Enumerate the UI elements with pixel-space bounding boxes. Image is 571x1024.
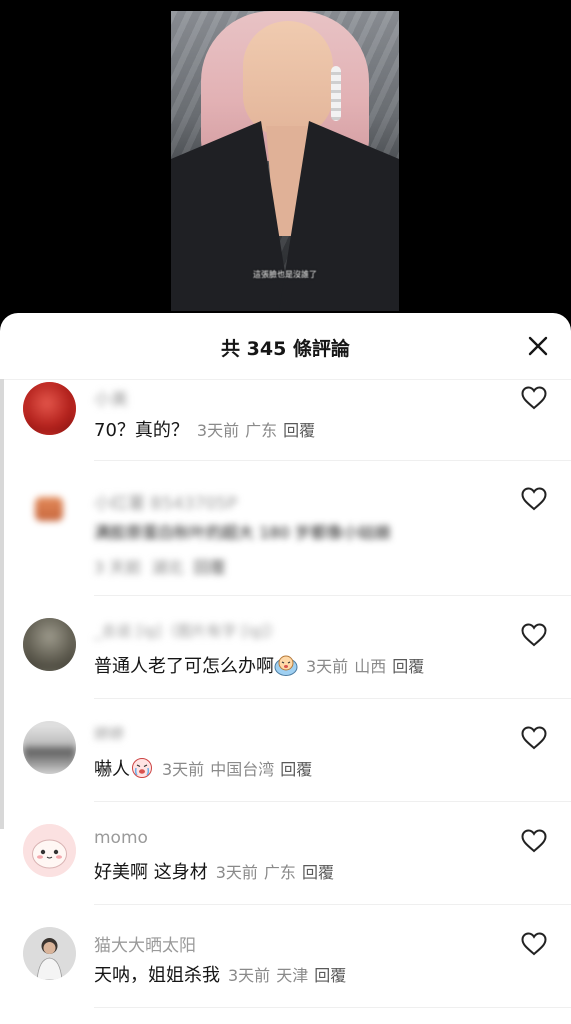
comment-username[interactable]: 猫大大晒太阳	[94, 931, 196, 956]
video-player[interactable]: 這張臉也是沒誰了	[171, 11, 399, 311]
heart-outline-icon[interactable]	[521, 829, 547, 853]
comment-meta: 3天前 山西 回覆	[306, 657, 430, 676]
comment-time: 3天前	[228, 966, 271, 985]
comment-username[interactable]: 婷婷	[94, 723, 124, 744]
comment-text: 普通人老了可怎么办啊 3天前 山西 回覆	[94, 652, 430, 678]
video-figure-earring	[331, 66, 341, 121]
comment-meta: 3天前 广东 回覆	[216, 863, 340, 882]
comments-header: 共 345 條評論	[0, 313, 571, 380]
comments-count-title: 共 345 條評論	[221, 338, 350, 360]
comment-body: 70？真的？	[94, 420, 189, 441]
comment-location: 广东	[245, 421, 278, 440]
comment-username[interactable]: momo	[94, 828, 148, 848]
scroll-indicator[interactable]	[0, 379, 4, 829]
crying-face-emoji	[132, 758, 152, 778]
comment-time: 3天前	[306, 657, 349, 676]
heart-outline-icon[interactable]	[521, 932, 547, 956]
avatar-image	[35, 497, 63, 521]
comment-text: 嚇人 3天前 中国台湾 回覆	[94, 755, 318, 781]
reply-button[interactable]: 回覆	[392, 657, 424, 676]
divider	[94, 698, 571, 699]
comment-meta: 3天前 天津 回覆	[228, 966, 352, 985]
comment-location: 山西	[354, 657, 387, 676]
comment-meta: 3天前 中国台湾 回覆	[162, 760, 318, 779]
heart-outline-icon[interactable]	[521, 623, 547, 647]
reply-button[interactable]: 回覆	[194, 558, 226, 577]
comment-meta: 3天前 广东 回覆	[197, 421, 321, 440]
comment-username[interactable]: _去说 [ig]（图片有字 [ig]）	[94, 620, 282, 641]
divider	[94, 801, 571, 802]
avatar-image	[23, 824, 76, 877]
reply-button[interactable]: 回覆	[283, 421, 315, 440]
comment-time: 3 天前	[94, 558, 142, 577]
comment-username[interactable]: 小红薯 B543705P	[94, 489, 237, 514]
divider	[94, 595, 571, 596]
comments-sheet: 共 345 條評論 小美 70？真的？ 3天前 广东 回覆 小红薯 B54370…	[0, 313, 571, 1024]
reply-button[interactable]: 回覆	[302, 863, 334, 882]
comment-body: 天呐，姐姐杀我	[94, 965, 220, 986]
comment-text: 天呐，姐姐杀我 3天前 天津 回覆	[94, 961, 352, 987]
avatar[interactable]	[23, 927, 76, 980]
comment-location: 广东	[263, 863, 296, 882]
heart-outline-icon[interactable]	[521, 386, 547, 410]
avatar-image	[23, 618, 76, 671]
comment-text: 好美啊 这身材 3天前 广东 回覆	[94, 858, 340, 884]
comment-time: 3天前	[162, 760, 205, 779]
comment-body: 满胶原蛋白秋叶的超大 180 岁都像小姑娘	[94, 523, 391, 542]
video-figure-face	[243, 21, 333, 136]
close-icon	[528, 336, 548, 356]
avatar[interactable]	[23, 618, 76, 671]
avatar[interactable]	[23, 483, 76, 536]
video-subtitle: 這張臉也是沒誰了	[253, 270, 317, 279]
divider	[94, 460, 571, 461]
avatar[interactable]	[23, 721, 76, 774]
avatar-image	[23, 721, 76, 774]
heart-outline-icon[interactable]	[521, 726, 547, 750]
comment-time: 3天前	[196, 421, 240, 440]
avatar[interactable]	[23, 824, 76, 877]
comment-time: 3天前	[215, 863, 258, 882]
divider	[94, 1007, 571, 1008]
divider	[94, 904, 571, 905]
comment-meta: 3 天前 湖北 回覆	[94, 554, 226, 578]
screen: 這張臉也是沒誰了 共 345 條評論 小美 70？真的？ 3天前 广东 回覆 小…	[0, 0, 571, 1024]
heart-outline-icon[interactable]	[521, 487, 547, 511]
comment-text: 70？真的？ 3天前 广东 回覆	[94, 416, 321, 442]
crying-face-emoji	[274, 655, 298, 676]
reply-button[interactable]: 回覆	[314, 966, 346, 985]
comment-location: 湖北	[151, 558, 184, 577]
avatar-image	[23, 927, 76, 980]
reply-button[interactable]: 回覆	[280, 760, 312, 779]
comment-location: 中国台湾	[210, 760, 275, 779]
avatar[interactable]	[23, 382, 76, 435]
close-button[interactable]	[527, 335, 549, 357]
comment-body: 普通人老了可怎么办啊	[94, 656, 274, 677]
avatar-image	[23, 382, 76, 435]
comment-location: 天津	[276, 966, 309, 985]
comment-body: 嚇人	[94, 759, 130, 780]
comment-username[interactable]: 小美	[94, 385, 128, 410]
comment-body: 好美啊 这身材	[94, 862, 208, 883]
